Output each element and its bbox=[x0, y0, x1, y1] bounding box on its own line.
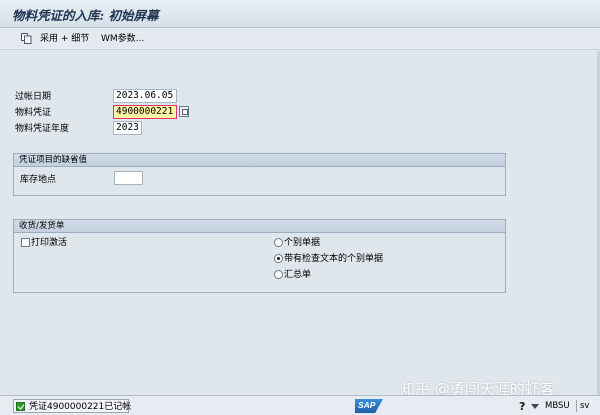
posting-date-field[interactable]: 2023.06.05 bbox=[113, 89, 177, 103]
gr-gi-slip-title: 收货/发货单 bbox=[14, 220, 505, 233]
adopt-details-button[interactable]: 采用 + 细节 bbox=[40, 32, 89, 46]
transaction-code: MBSU bbox=[545, 401, 570, 411]
sap-logo: SAP bbox=[355, 399, 383, 413]
wm-parameters-button[interactable]: WM参数... bbox=[101, 32, 144, 46]
status-bar: 凭证4900000221已记帐 SAP ? MBSU sv bbox=[0, 395, 600, 415]
storage-location-label: 库存地点 bbox=[20, 175, 57, 185]
application-toolbar: 采用 + 细节 WM参数... bbox=[0, 28, 600, 50]
radio-individual-slip-inspection-text[interactable] bbox=[274, 254, 283, 263]
item-defaults-group: 凭证项目的缺省值 库存地点 bbox=[13, 153, 506, 196]
success-check-icon bbox=[16, 402, 25, 411]
help-icon[interactable]: ? bbox=[518, 400, 528, 412]
material-doc-field[interactable]: 4900000221 bbox=[113, 105, 177, 119]
print-active-checkbox[interactable] bbox=[21, 238, 30, 247]
window-title: 物料凭证的入库: 初始屏幕 bbox=[12, 8, 159, 23]
gr-gi-slip-group: 收货/发货单 打印激活 个别单据 带有检查文本的个别单据 汇总单 bbox=[13, 219, 506, 293]
value-help-icon[interactable] bbox=[179, 106, 189, 117]
server-name: sv bbox=[576, 400, 589, 412]
material-doc-year-field[interactable]: 2023 bbox=[113, 121, 142, 135]
material-doc-label: 物料凭证 bbox=[15, 108, 52, 118]
item-defaults-title: 凭证项目的缺省值 bbox=[14, 154, 505, 167]
status-message: 凭证4900000221已记帐 bbox=[29, 402, 132, 412]
storage-location-field[interactable] bbox=[114, 171, 143, 185]
individual-slip-inspection-text-label: 带有检查文本的个别单据 bbox=[284, 254, 384, 264]
individual-slip-label: 个别单据 bbox=[284, 238, 321, 248]
status-message-box[interactable]: 凭证4900000221已记帐 bbox=[13, 399, 132, 413]
radio-collective-slip[interactable] bbox=[274, 270, 283, 279]
adopt-details-icon[interactable] bbox=[21, 33, 32, 44]
print-active-label: 打印激活 bbox=[31, 238, 68, 248]
radio-individual-slip[interactable] bbox=[274, 238, 283, 247]
sap-logo-text: SAP bbox=[358, 400, 376, 410]
work-area: 过帐日期 2023.06.05 物料凭证 4900000221 物料凭证年度 2… bbox=[0, 51, 600, 395]
material-doc-year-label: 物料凭证年度 bbox=[15, 124, 70, 134]
svg-text:?: ? bbox=[519, 400, 525, 412]
title-bar: 物料凭证的入库: 初始屏幕 bbox=[0, 0, 600, 28]
posting-date-label: 过帐日期 bbox=[15, 92, 52, 102]
system-dropdown-icon[interactable] bbox=[531, 402, 539, 410]
collective-slip-label: 汇总单 bbox=[284, 270, 312, 280]
